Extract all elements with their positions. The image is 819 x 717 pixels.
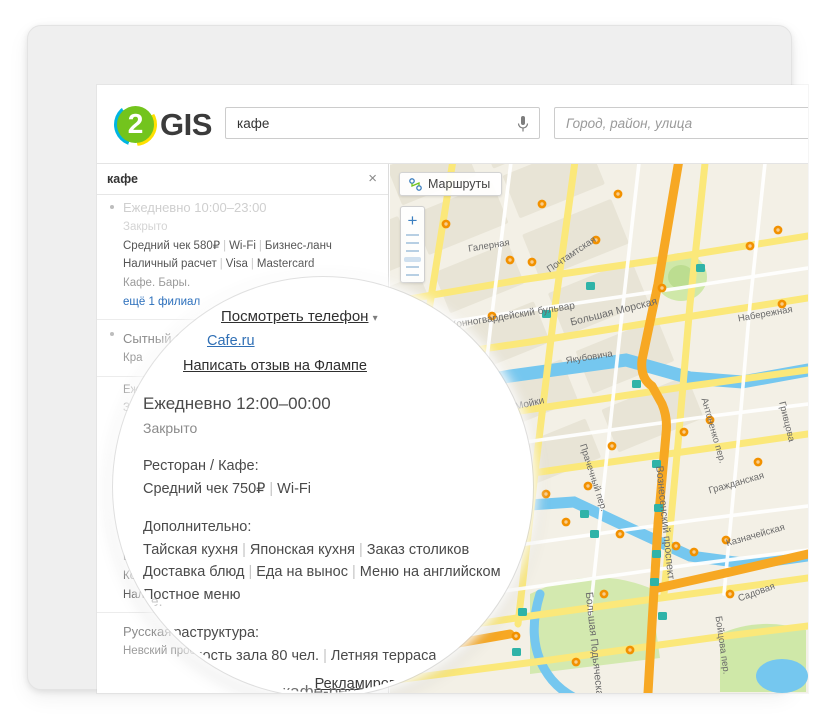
search-field-wrapper[interactable] [225, 107, 540, 139]
chevron-down-icon[interactable]: ▾ [373, 313, 378, 324]
website-link[interactable]: Cafe.ru [207, 333, 255, 349]
card-payments: Наличный расчет | Visa | Mastercard [123, 258, 315, 271]
app-header: 2 GIS Са [97, 85, 808, 164]
zoom-level-tick[interactable] [401, 263, 424, 271]
extra-item: Доставка блюд [143, 564, 245, 581]
routes-icon [409, 177, 422, 191]
phone-toggle[interactable]: Посмотреть телефон ▾ [221, 305, 517, 328]
logo-digit: 2 [127, 108, 144, 139]
card-status: Закрыто [123, 221, 168, 234]
result-bullet-icon [110, 332, 114, 337]
zoom-level-tick[interactable] [401, 271, 424, 279]
infra-item: Вместимость зала 80 чел. [143, 647, 320, 664]
extra-label: Дополнительно: [143, 519, 252, 536]
microphone-icon[interactable] [516, 115, 530, 133]
phone-toggle-label[interactable]: Посмотреть телефон [221, 308, 368, 325]
extra-row: Тайская кухня | Японская кухня | Заказ столи… [143, 541, 470, 558]
hours-text: Ежедневно 12:00–00:00 [143, 394, 331, 414]
card-hours: Ежедневно 10:00–23:00 [123, 200, 267, 215]
extra-item: Постное меню [143, 586, 241, 603]
logo-wordmark: GIS [160, 106, 212, 142]
routes-button[interactable]: Маршруты [399, 172, 503, 196]
city-input[interactable] [555, 108, 808, 138]
infra-label: Инфраструктура: [143, 625, 260, 642]
extra-row: Доставка блюд | Еда на вынос | Меню на англи… [143, 564, 501, 581]
zoom-level-tick[interactable] [401, 247, 424, 255]
zoom-level-current[interactable] [401, 255, 424, 263]
payment-item: Mastercard [256, 258, 315, 271]
zoom-level-tick[interactable] [401, 231, 424, 239]
magnifier-content: Сытн Кра Посмотреть телефон ▾ Cafe.ru На… [117, 281, 529, 693]
ghost-payments-text: he. [143, 593, 163, 610]
status-text: Закрыто [143, 419, 198, 436]
infra-item: Летняя терраса [330, 647, 437, 664]
extra-item: Еда на вынос [256, 564, 348, 581]
sidebar-query-text: кафе [107, 172, 138, 186]
wifi-feature: Wi-Fi [277, 480, 311, 497]
review-link-row[interactable]: Написать отзыв на Флампе [183, 355, 517, 377]
extra-item: Заказ столиков [366, 541, 470, 558]
logo-2gis[interactable]: 2 GIS [114, 99, 229, 149]
search-input[interactable] [226, 108, 539, 138]
extra-item: Тайская кухня [143, 541, 239, 558]
extra-item: Меню на английском [359, 564, 501, 581]
payment-item: Visa [225, 258, 248, 271]
city-field-wrapper[interactable]: Са [554, 107, 808, 139]
ghost-sidebar-title: Сытн [145, 314, 182, 331]
ghost-next-result-title: изба, кафе-ресторан [237, 681, 402, 693]
feature-item: Средний чек 580₽ [123, 239, 221, 252]
feature-item: Wi-Fi [229, 239, 256, 252]
device-frame: 2 GIS Са кафе × [27, 25, 808, 693]
zoom-in-button[interactable]: + [401, 209, 424, 231]
review-link[interactable]: Написать отзыв на Флампе [183, 358, 367, 374]
zoom-control[interactable]: + [400, 206, 425, 283]
card-features: Средний чек 580₽ | Wi-Fi | Бизнес-ланч [123, 239, 332, 252]
close-icon[interactable]: × [368, 171, 377, 186]
sidebar-query-bar: кафе × [97, 164, 388, 195]
browser-viewport: 2 GIS Са кафе × [97, 85, 808, 693]
avg-check: Средний чек 750₽ [143, 480, 266, 497]
ghost-sidebar-sub: Кра [145, 335, 166, 349]
zoom-level-tick[interactable] [401, 239, 424, 247]
website-link-row[interactable]: Cafe.ru [207, 330, 517, 352]
infra-row: Вместимость зала 80 чел. | Летняя терраса [143, 647, 437, 664]
feature-item: Бизнес-ланч [264, 239, 332, 252]
logo-mark-icon: 2 [114, 102, 157, 146]
payment-item: Наличный расчет [123, 258, 217, 271]
result-bullet-icon [110, 205, 114, 209]
features-row: Средний чек 750₽ | Wi-Fi [143, 480, 311, 497]
extra-item: Японская кухня [249, 541, 355, 558]
routes-label: Маршруты [428, 177, 491, 191]
rubric-label: Ресторан / Кафе: [143, 458, 259, 475]
magnifier-lens: Сытн Кра Посмотреть телефон ▾ Cafe.ru На… [113, 277, 533, 693]
